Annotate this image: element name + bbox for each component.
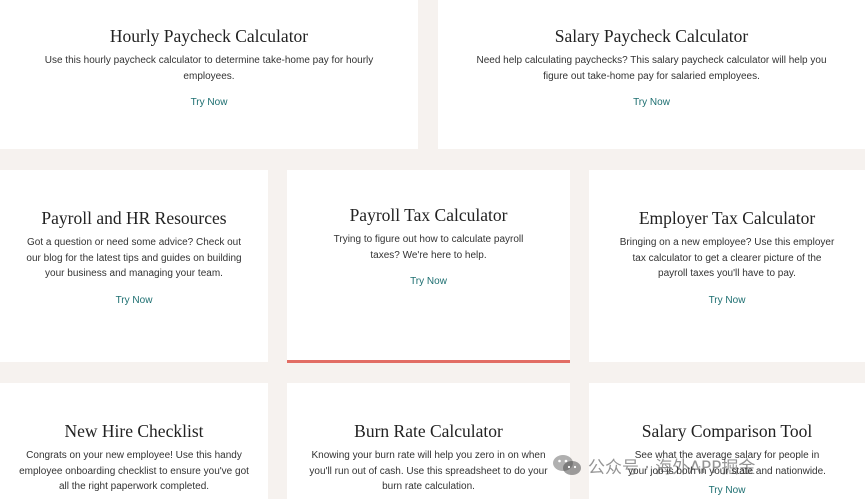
try-now-link[interactable]: Try Now bbox=[709, 295, 746, 306]
card-payroll-tax-calculator: Payroll Tax Calculator Trying to figure … bbox=[287, 170, 570, 363]
card-description: Congrats on your new employee! Use this … bbox=[19, 450, 249, 492]
card-title: Employer Tax Calculator bbox=[638, 208, 816, 228]
card-description: Use this hourly paycheck calculator to d… bbox=[44, 55, 374, 82]
wechat-icon bbox=[553, 455, 581, 475]
card-title: Payroll and HR Resources bbox=[41, 208, 227, 228]
card-title: Payroll Tax Calculator bbox=[349, 205, 508, 225]
wechat-watermark: 公众号 · 海外APP掘金 bbox=[552, 453, 756, 478]
card-employer-tax-calculator: Employer Tax Calculator Bringing on a ne… bbox=[589, 170, 865, 362]
card-payroll-hr-resources: Payroll and HR Resources Got a question … bbox=[0, 170, 268, 362]
card-description: Got a question or need some advice? Chec… bbox=[26, 237, 242, 279]
card-hourly-paycheck-calculator: Hourly Paycheck Calculator Use this hour… bbox=[0, 0, 418, 149]
card-title: New Hire Checklist bbox=[64, 421, 204, 441]
active-card-accent-bar bbox=[287, 360, 570, 363]
try-now-link[interactable]: Try Now bbox=[116, 295, 153, 306]
card-burn-rate-calculator: Burn Rate Calculator Knowing your burn r… bbox=[287, 383, 570, 499]
card-description: Bringing on a new employee? Use this emp… bbox=[619, 237, 835, 279]
card-new-hire-checklist: New Hire Checklist Congrats on your new … bbox=[0, 383, 268, 499]
card-title: Salary Paycheck Calculator bbox=[554, 26, 749, 46]
card-description: Trying to figure out how to calculate pa… bbox=[333, 234, 524, 261]
card-title: Salary Comparison Tool bbox=[641, 421, 813, 441]
card-salary-paycheck-calculator: Salary Paycheck Calculator Need help cal… bbox=[438, 0, 865, 149]
try-now-link[interactable]: Try Now bbox=[633, 97, 670, 108]
try-now-link[interactable]: Try Now bbox=[410, 276, 447, 287]
card-title: Burn Rate Calculator bbox=[354, 421, 503, 441]
card-title: Hourly Paycheck Calculator bbox=[109, 26, 309, 46]
watermark-text: 公众号 · 海外APP掘金 bbox=[588, 457, 756, 478]
try-now-link[interactable]: Try Now bbox=[709, 485, 746, 496]
card-salary-comparison-tool: Salary Comparison Tool See what the aver… bbox=[589, 383, 865, 499]
card-description: Knowing your burn rate will help you zer… bbox=[309, 450, 548, 492]
try-now-link[interactable]: Try Now bbox=[191, 97, 228, 108]
card-description: Need help calculating paychecks? This sa… bbox=[476, 55, 827, 82]
